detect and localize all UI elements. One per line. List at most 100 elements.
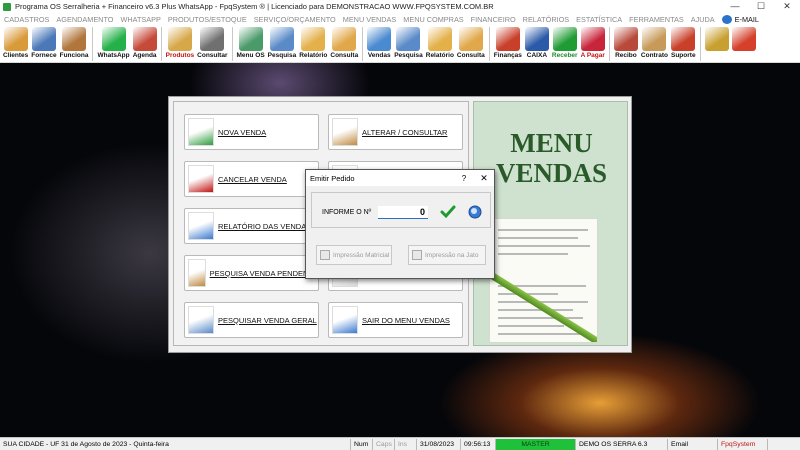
inkjet-printer-icon: [412, 250, 422, 260]
toolbar-separator: [231, 27, 233, 61]
printer-icon: [188, 212, 214, 240]
search-globe-icon: [468, 205, 482, 219]
menu-whatsapp[interactable]: WHATSAPP: [120, 15, 160, 24]
menu-produtos-estoque[interactable]: PRODUTOS/ESTOQUE: [168, 15, 247, 24]
pay-money-icon: [580, 27, 605, 51]
vendas-button-label: ALTERAR / CONSULTAR: [362, 127, 448, 137]
toolbar-coins-button-22[interactable]: [704, 25, 729, 52]
folder-icon: [332, 27, 357, 51]
toolbar-vendas-button-11[interactable]: Vendas: [367, 25, 392, 59]
exit-menu-icon: [332, 306, 358, 334]
toolbar-pesquisa-button-12[interactable]: Pesquisa: [394, 25, 423, 59]
toolbar-a-pagar-button-18[interactable]: A Pagar: [581, 25, 605, 59]
menu-email[interactable]: E-MAIL: [735, 15, 759, 24]
menu-agendamento[interactable]: AGENDAMENTO: [56, 15, 113, 24]
toolbar-label: Vendas: [367, 52, 391, 59]
toolbar-consulta-button-10[interactable]: Consulta: [330, 25, 358, 59]
toolbar-label: Relatório: [425, 52, 454, 59]
toolbar-exit-button-23[interactable]: [731, 25, 756, 52]
toolbar-funciona-button-2[interactable]: Funciona: [60, 25, 88, 59]
menu-ajuda[interactable]: AJUDA: [691, 15, 715, 24]
status-email[interactable]: Email: [668, 438, 718, 450]
menu-cadastros[interactable]: CADASTROS: [4, 15, 49, 24]
toolbar-separator: [92, 27, 94, 61]
minimize-button[interactable]: —: [722, 1, 748, 12]
new-sale-icon: [188, 118, 214, 146]
status-bar: SUA CIDADE - UF 31 de Agosto de 2023 - Q…: [0, 437, 800, 450]
banner-title-line2: VENDAS: [495, 158, 608, 188]
cancel-sale-icon: [188, 165, 214, 193]
order-number-input[interactable]: [378, 206, 428, 219]
toolbar-label: Receber: [551, 52, 578, 59]
menu-vendas[interactable]: MENU VENDAS: [343, 15, 397, 24]
order-number-group: INFORME O Nº: [311, 192, 491, 228]
menu-compras[interactable]: MENU COMPRAS: [403, 15, 463, 24]
toolbar-separator: [160, 27, 162, 61]
toolbar-label: Finanças: [493, 52, 522, 59]
vendas-pesquisa-venda-pendente-button-6[interactable]: PESQUISA VENDA PENDENTE: [184, 255, 319, 291]
toolbar-agenda-button-4[interactable]: Agenda: [132, 25, 157, 59]
vendas-nova-venda-button-0[interactable]: NOVA VENDA: [184, 114, 319, 150]
email-icon: [721, 14, 732, 24]
print-inkjet-button[interactable]: Impressão na Jato: [408, 245, 486, 265]
toolbar-caixa-button-16[interactable]: CAIXA: [524, 25, 549, 59]
vendas-cancelar-venda-button-2[interactable]: CANCELAR VENDA: [184, 161, 319, 197]
toolbar-relatorio-button-13[interactable]: Relatório: [426, 25, 454, 59]
toolbar-label: Relatório: [299, 52, 328, 59]
toolbar-receber-button-17[interactable]: Receber: [552, 25, 578, 59]
toolbar-menu-os-button-7[interactable]: Menu OS: [237, 25, 265, 59]
toolbar-pesquisa-button-8[interactable]: Pesquisa: [267, 25, 297, 59]
order-number-label: INFORME O Nº: [322, 209, 372, 216]
toolbar-recibo-button-19[interactable]: Recibo: [613, 25, 638, 59]
menu-servico-orcamento[interactable]: SERVIÇO/ORÇAMENTO: [254, 15, 336, 24]
employees-icon: [62, 27, 87, 51]
toolbar-consultar-button-6[interactable]: Consultar: [197, 25, 228, 59]
vendas-sair-do-menu-vendas-button-9[interactable]: SAIR DO MENU VENDAS: [328, 302, 463, 338]
menu-bar: CADASTROS AGENDAMENTO WHATSAPP PRODUTOS/…: [0, 13, 800, 25]
vendas-pesquisar-venda-geral-button-8[interactable]: PESQUISAR VENDA GERAL: [184, 302, 319, 338]
toolbar-consulta-button-14[interactable]: Consulta: [457, 25, 485, 59]
suppliers-icon: [31, 27, 56, 51]
status-time: 09:56:13: [461, 438, 496, 450]
toolbar-label: Fornece: [31, 52, 57, 59]
report-icon: [427, 27, 452, 51]
toolbar-financas-button-15[interactable]: Finanças: [494, 25, 522, 59]
close-button[interactable]: ✕: [774, 1, 800, 12]
toolbar-produtos-button-5[interactable]: Produtos: [166, 25, 194, 59]
vendas-button-label: NOVA VENDA: [218, 127, 267, 137]
coins-icon: [704, 27, 729, 51]
menu-relatorios[interactable]: RELATÓRIOS: [523, 15, 570, 24]
menu-estatistica[interactable]: ESTATÍSTICA: [576, 15, 622, 24]
menu-ferramentas[interactable]: FERRAMENTAS: [629, 15, 684, 24]
vendas-alterar-consultar-button-1[interactable]: ALTERAR / CONSULTAR: [328, 114, 463, 150]
search-order-button[interactable]: [467, 204, 483, 220]
search-doc-icon: [396, 27, 421, 51]
maximize-button[interactable]: ☐: [748, 1, 774, 12]
toolbar-separator: [488, 27, 490, 61]
calendar-icon: [132, 27, 157, 51]
toolbar-suporte-button-21[interactable]: Suporte: [671, 25, 696, 59]
vendas-button-label: PESQUISA VENDA PENDENTE: [209, 268, 318, 278]
toolbar-relatorio-button-9[interactable]: Relatório: [299, 25, 327, 59]
toolbar-label: Pesquisa: [267, 52, 297, 59]
toolbar-fornece-button-1[interactable]: Fornece: [31, 25, 57, 59]
print-inkjet-label: Impressão na Jato: [425, 251, 479, 259]
status-user: MASTER: [496, 438, 576, 450]
status-city-date: SUA CIDADE - UF 31 de Agosto de 2023 - Q…: [0, 438, 351, 450]
receive-money-icon: [552, 27, 577, 51]
emitir-pedido-dialog: Emitir Pedido ? ✕ INFORME O Nº Impressão…: [305, 169, 495, 279]
vendas-relatorio-das-vendas-button-4[interactable]: RELATÓRIO DAS VENDAS: [184, 208, 319, 244]
service-order-icon: [238, 27, 263, 51]
dialog-close-button[interactable]: ✕: [474, 173, 494, 184]
toolbar-clientes-button-0[interactable]: Clientes: [3, 25, 28, 59]
confirm-check-button[interactable]: [440, 204, 456, 220]
toolbar-label: WhatsApp: [97, 52, 130, 59]
support-icon: [671, 27, 696, 51]
dialog-help-button[interactable]: ?: [454, 174, 474, 183]
menu-financeiro[interactable]: FINANCEIRO: [471, 15, 516, 24]
products-icon: [167, 27, 192, 51]
toolbar-contrato-button-20[interactable]: Contrato: [641, 25, 668, 59]
print-matrix-button[interactable]: Impressão Matricial: [316, 245, 392, 265]
barcode-icon: [200, 27, 225, 51]
toolbar-whatsapp-button-3[interactable]: WhatsApp: [97, 25, 130, 59]
